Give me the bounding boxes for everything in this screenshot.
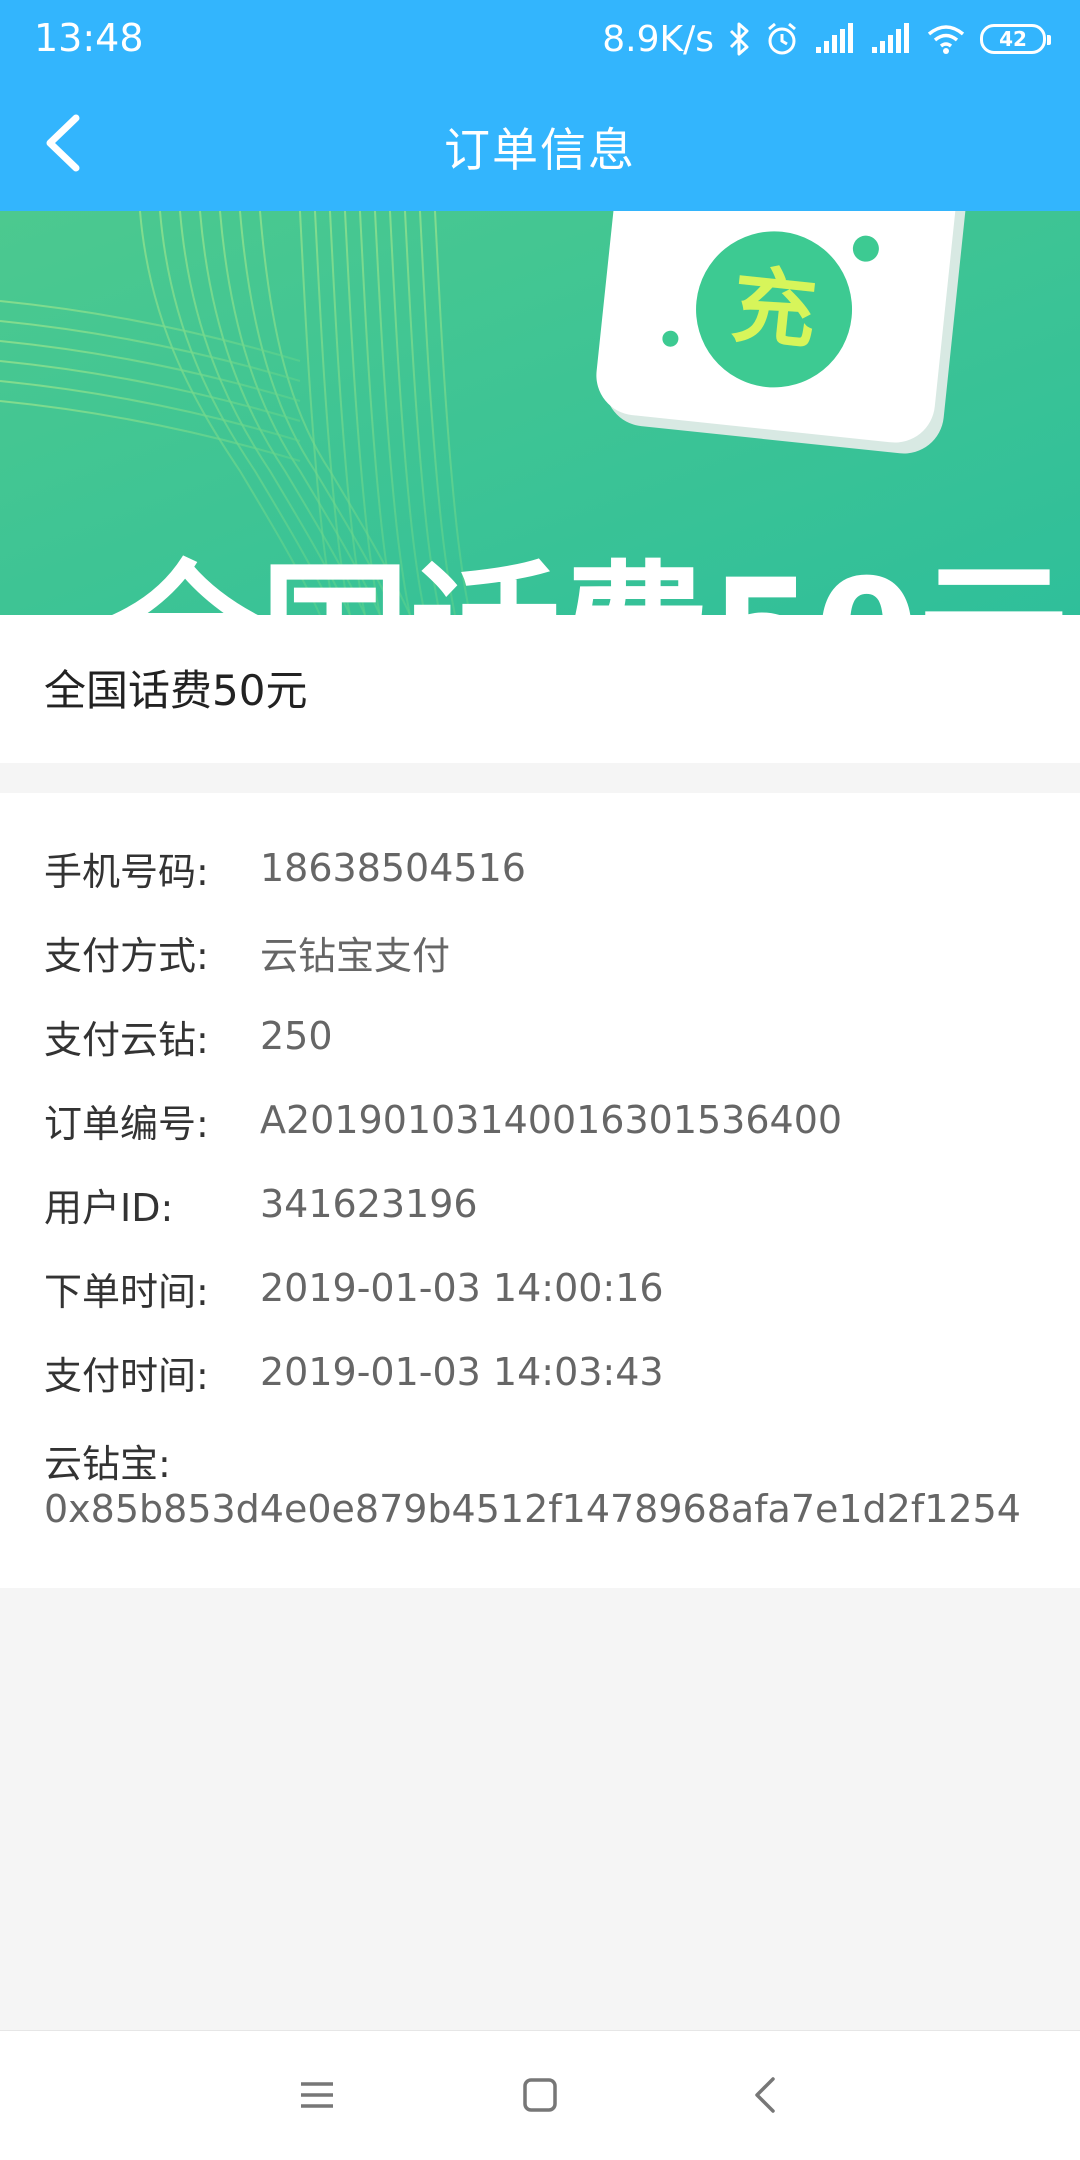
order-details: 手机号码: 18638504516 支付方式: 云钻宝支付 支付云钻: 250 …: [0, 793, 1080, 1588]
detail-label: 支付时间:: [44, 1353, 209, 1398]
signal-icon: [870, 23, 912, 55]
detail-value: 18638504516: [260, 846, 526, 890]
detail-value: A20190103140016301536400: [260, 1098, 843, 1142]
title-bar: 订单信息: [0, 78, 1080, 211]
home-button[interactable]: [510, 2065, 570, 2125]
signal-icon: [814, 23, 856, 55]
status-bar: 13:48 8.9K/s 42: [0, 0, 1080, 78]
detail-row-order-number: 订单编号: A20190103140016301536400: [44, 1090, 842, 1150]
banner-badge-text: 充: [727, 255, 821, 361]
bluetooth-icon: [728, 21, 750, 57]
detail-value: 云钻宝支付: [260, 933, 451, 978]
wifi-icon: [926, 23, 966, 55]
status-indicators: 8.9K/s 42: [602, 14, 1051, 64]
status-time: 13:48: [34, 16, 144, 60]
detail-label: 支付方式:: [44, 933, 209, 978]
detail-value: 250: [260, 1014, 333, 1058]
detail-row-user-id: 用户ID: 341623196: [44, 1174, 478, 1234]
banner-image: 充 全国话费50元: [0, 211, 1080, 615]
detail-label: 下单时间:: [44, 1269, 209, 1314]
menu-icon: [301, 2082, 333, 2108]
detail-row-order-time: 下单时间: 2019-01-03 14:00:16: [44, 1258, 664, 1318]
page-title: 订单信息: [444, 123, 636, 177]
detail-row-payment-amount: 支付云钻: 250: [44, 1006, 333, 1066]
detail-label: 用户ID:: [44, 1185, 174, 1230]
menu-button[interactable]: [287, 2065, 347, 2125]
app-header: 13:48 8.9K/s 42 订单信息: [0, 0, 1080, 211]
network-speed: 8.9K/s: [602, 18, 714, 60]
detail-value: 341623196: [260, 1182, 478, 1226]
battery-icon: 42: [980, 24, 1051, 54]
alarm-icon: [764, 21, 800, 57]
product-title: 全国话费50元: [44, 666, 308, 715]
order-info-screen: 13:48 8.9K/s 42 订单信息 充 全国话费50元 手机号码: 186…: [0, 0, 1080, 2160]
detail-row-payment-time: 支付时间: 2019-01-03 14:03:43: [44, 1342, 664, 1402]
back-icon: [755, 2077, 775, 2113]
detail-label: 手机号码:: [44, 849, 209, 894]
detail-row-phone: 手机号码: 18638504516: [44, 838, 526, 898]
detail-row-payment-method: 支付方式: 云钻宝支付: [44, 922, 450, 982]
detail-label: 支付云钻:: [44, 1017, 209, 1062]
wallet-address: 0x85b853d4e0e879b4512f1478968afa7e1d2f12…: [44, 1487, 1021, 1531]
product-card: 全国话费50元: [0, 615, 1080, 763]
system-nav-bar: [0, 2030, 1080, 2160]
home-icon: [523, 2078, 557, 2112]
detail-value: 2019-01-03 14:00:16: [260, 1266, 664, 1310]
banner-headline: 全国话费50元: [109, 548, 1069, 615]
detail-value: 2019-01-03 14:03:43: [260, 1350, 664, 1394]
battery-level: 42: [999, 27, 1027, 51]
wallet-label: 云钻宝:: [44, 1442, 171, 1486]
product-banner: 充 全国话费50元: [0, 211, 1080, 615]
detail-label: 订单编号:: [44, 1101, 209, 1146]
nav-back-button[interactable]: [737, 2065, 797, 2125]
